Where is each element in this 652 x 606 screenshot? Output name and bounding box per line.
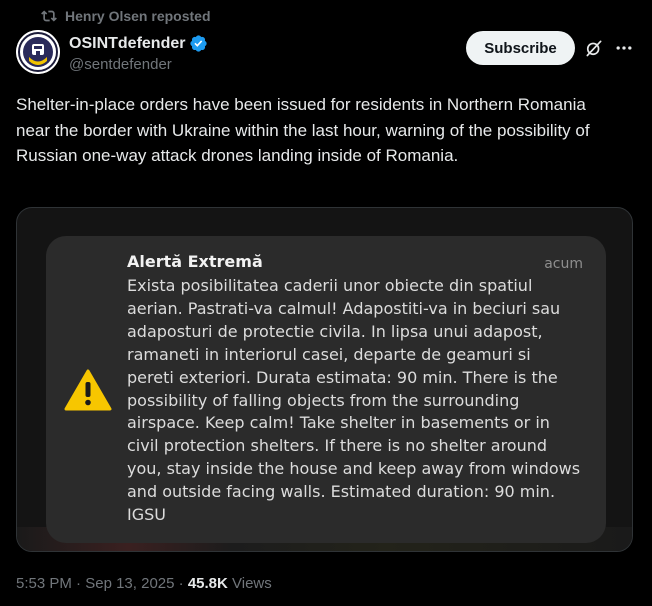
subscribe-button[interactable]: Subscribe	[466, 31, 575, 65]
more-icon[interactable]	[614, 38, 634, 58]
tweet-date[interactable]: Sep 13, 2025	[85, 575, 174, 592]
separator: ·	[174, 575, 188, 592]
views-label: Views	[227, 575, 272, 592]
repost-indicator[interactable]: Henry Olsen reposted	[41, 8, 211, 24]
repost-text: Henry Olsen reposted	[65, 8, 211, 24]
warning-triangle-icon	[64, 369, 112, 411]
repost-icon	[41, 10, 57, 22]
alert-title: Alertă Extremă	[127, 252, 263, 271]
tweet[interactable]: Henry Olsen reposted OSINTdefender @sent…	[0, 0, 652, 606]
author-block[interactable]: OSINTdefender @sentdefender	[69, 34, 208, 73]
author-name[interactable]: OSINTdefender	[69, 34, 185, 53]
emergency-alert-notification: Alertă Extremă acum Exista posibilitatea…	[46, 236, 606, 543]
alert-time: acum	[544, 256, 583, 272]
avatar[interactable]	[16, 30, 60, 74]
grok-icon[interactable]	[584, 38, 604, 58]
tweet-time[interactable]: 5:53 PM	[16, 575, 72, 592]
author-handle[interactable]: @sentdefender	[69, 56, 208, 73]
verified-badge-icon[interactable]	[189, 34, 208, 53]
osint-logo-icon	[16, 30, 60, 74]
tweet-metadata: 5:53 PM · Sep 13, 2025 · 45.8K Views	[16, 575, 272, 592]
separator: ·	[71, 575, 86, 592]
media-image[interactable]: Alertă Extremă acum Exista posibilitatea…	[16, 207, 633, 552]
views-count[interactable]: 45.8K	[188, 575, 228, 592]
alert-body: Exista posibilitatea caderii unor obiect…	[127, 276, 581, 525]
tweet-text: Shelter-in-place orders have been issued…	[16, 95, 590, 165]
